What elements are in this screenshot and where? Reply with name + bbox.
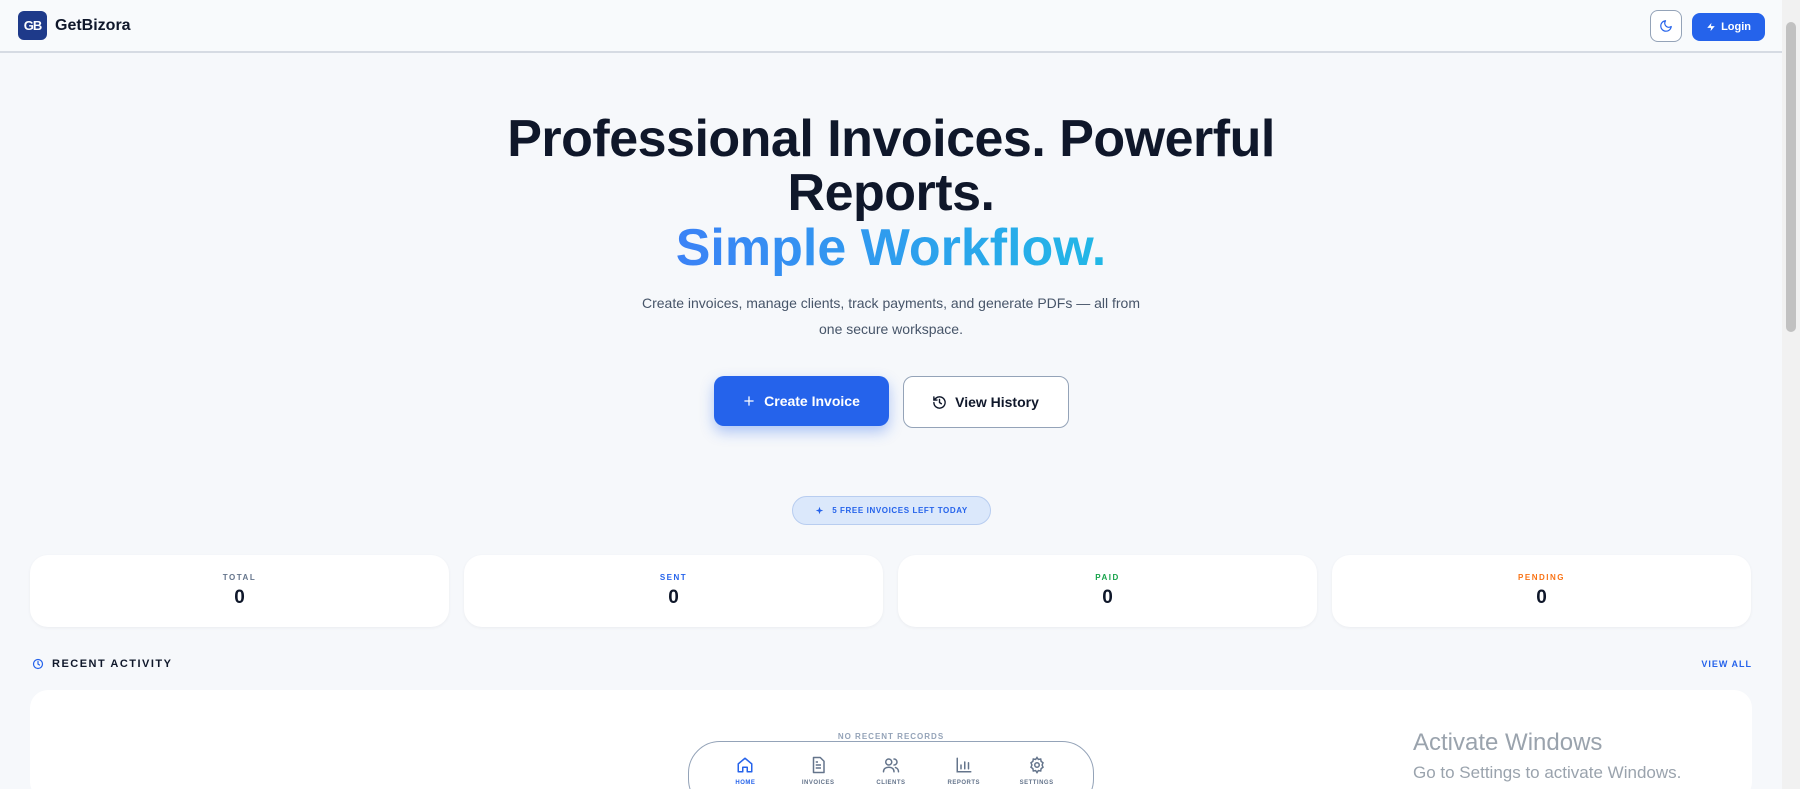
free-invoices-text: 5 FREE INVOICES LEFT TODAY bbox=[832, 506, 968, 515]
hero-accent: Simple Workflow. bbox=[675, 219, 1107, 277]
stat-card-pending: PENDING 0 bbox=[1332, 555, 1751, 627]
stats-row: TOTAL 0 SENT 0 PAID 0 PENDING 0 bbox=[30, 555, 1751, 627]
nav-label: HOME bbox=[735, 780, 756, 786]
stat-label: PAID bbox=[1095, 573, 1120, 582]
invoice-icon bbox=[812, 756, 825, 774]
clients-icon bbox=[882, 758, 900, 773]
create-invoice-label: Create Invoice bbox=[764, 393, 860, 409]
login-button[interactable]: Login bbox=[1692, 13, 1765, 41]
hero-accent-wrap: Simple Workflow. bbox=[0, 220, 1782, 276]
header-actions: Login bbox=[1650, 10, 1765, 42]
nav-label: REPORTS bbox=[947, 780, 981, 786]
stat-card-paid: PAID 0 bbox=[898, 555, 1317, 627]
stat-value: 0 bbox=[1102, 587, 1113, 608]
watermark-title: Activate Windows bbox=[1413, 729, 1603, 756]
reports-icon bbox=[956, 757, 972, 773]
recent-activity-heading: RECENT ACTIVITY bbox=[32, 658, 173, 670]
nav-item-reports[interactable]: REPORTS bbox=[934, 756, 994, 789]
nav-item-clients[interactable]: CLIENTS bbox=[861, 756, 921, 789]
nav-label: INVOICES bbox=[801, 780, 835, 786]
clock-icon bbox=[32, 658, 44, 670]
activate-windows-watermark: Activate Windows Go to Settings to activ… bbox=[1413, 729, 1681, 784]
scrollbar-thumb[interactable] bbox=[1786, 22, 1796, 332]
home-icon bbox=[737, 757, 753, 773]
stat-value: 0 bbox=[1536, 587, 1547, 608]
stat-label: PENDING bbox=[1518, 573, 1565, 582]
stat-value: 0 bbox=[234, 587, 245, 608]
watermark-subtitle: Go to Settings to activate Windows. bbox=[1413, 763, 1682, 782]
stat-label: TOTAL bbox=[222, 573, 257, 582]
bottom-navigation: HOME INVOICES CLIENTS REPORTS SETTINGS bbox=[688, 741, 1094, 789]
hero-subtitle: Create invoices, manage clients, track p… bbox=[642, 295, 1140, 337]
nav-label: SETTINGS bbox=[1019, 780, 1054, 786]
logo-badge[interactable]: GB bbox=[18, 11, 47, 40]
nav-item-home[interactable]: HOME bbox=[715, 756, 775, 789]
nav-item-settings[interactable]: SETTINGS bbox=[1007, 756, 1067, 789]
plus-icon bbox=[744, 396, 754, 406]
recent-activity-title: RECENT ACTIVITY bbox=[52, 658, 173, 670]
page-scrollbar[interactable] bbox=[1782, 0, 1800, 789]
view-history-button[interactable]: View History bbox=[902, 376, 1069, 428]
hero-title: Professional Invoices. Powerful Reports. bbox=[507, 110, 1275, 222]
hero-section: Professional Invoices. Powerful Reports.… bbox=[0, 100, 1782, 428]
top-header: GB GetBizora Login bbox=[0, 0, 1782, 53]
nav-label: CLIENTS bbox=[876, 780, 906, 786]
settings-icon bbox=[1029, 756, 1044, 774]
hero-actions: Create Invoice View History bbox=[0, 376, 1782, 428]
create-invoice-button[interactable]: Create Invoice bbox=[713, 376, 889, 426]
theme-toggle-button[interactable] bbox=[1650, 10, 1683, 42]
moon-icon bbox=[1660, 20, 1672, 32]
stat-card-total: TOTAL 0 bbox=[30, 555, 449, 627]
stat-label: SENT bbox=[659, 573, 688, 582]
history-icon bbox=[933, 395, 946, 409]
nav-item-invoices[interactable]: INVOICES bbox=[788, 756, 848, 789]
view-all-link[interactable]: VIEW ALL bbox=[1701, 659, 1752, 669]
brand-name[interactable]: GetBizora bbox=[55, 17, 131, 35]
stat-card-sent: SENT 0 bbox=[464, 555, 883, 627]
stat-value: 0 bbox=[668, 587, 679, 608]
view-history-label: View History bbox=[955, 394, 1039, 410]
login-label: Login bbox=[1721, 21, 1751, 33]
free-invoices-badge: 5 FREE INVOICES LEFT TODAY bbox=[792, 496, 991, 525]
bolt-icon bbox=[1707, 22, 1715, 32]
sparkle-icon bbox=[815, 506, 824, 515]
